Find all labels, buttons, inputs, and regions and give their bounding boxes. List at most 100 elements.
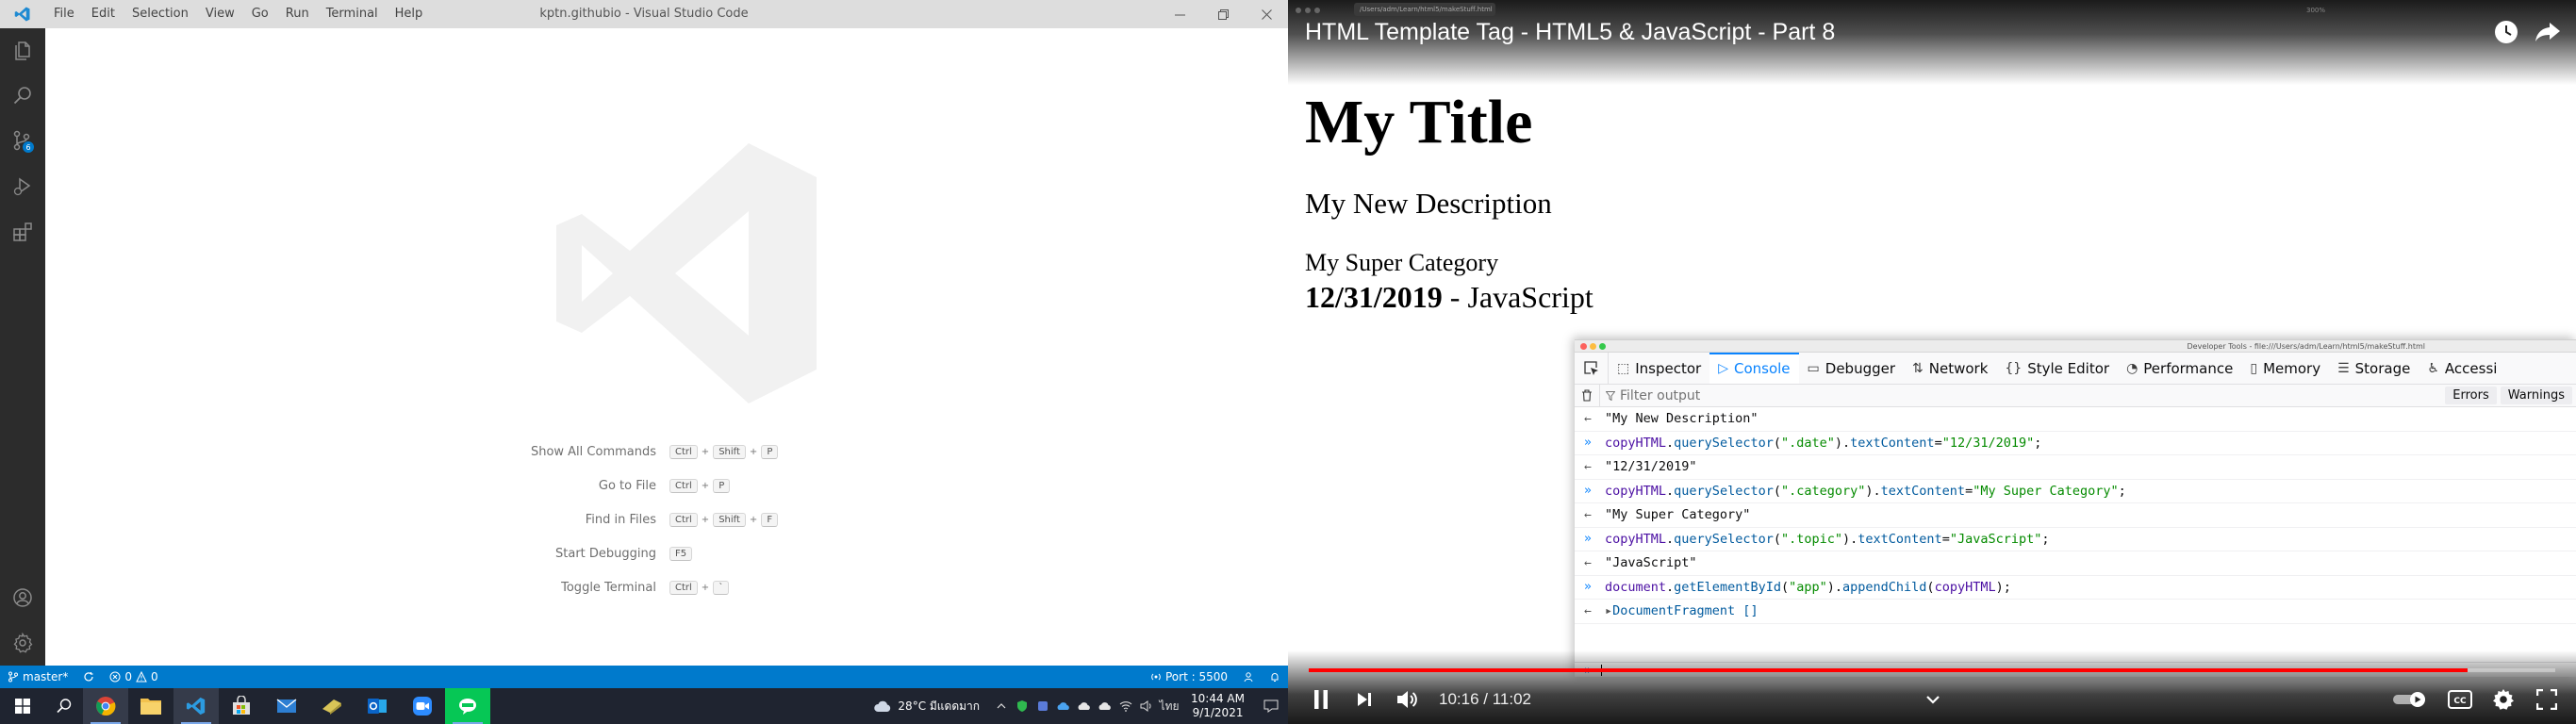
live-server-port[interactable]: Port : 5500 [1143,666,1235,688]
tab-inspector[interactable]: ⬚ Inspector [1609,353,1709,384]
tab-console[interactable]: ▷ Console [1709,353,1799,384]
close-button[interactable] [1245,0,1288,28]
menu-run[interactable]: Run [277,0,318,28]
start-button[interactable] [0,688,45,724]
tray-volume[interactable] [1136,688,1157,724]
tab-performance[interactable]: ◔ Performance [2118,353,2241,384]
taskbar-chrome[interactable] [83,688,128,724]
tray-onedrive-3[interactable] [1095,688,1115,724]
tray-app-2[interactable] [1032,688,1053,724]
gear-icon[interactable] [0,620,45,666]
devtools-minimize-dot[interactable] [1590,343,1596,350]
sync-button[interactable] [75,666,102,688]
filter-output-input[interactable]: Filter output [1599,384,2445,407]
branch-indicator[interactable]: master* [0,666,75,688]
taskbar-file-explorer[interactable] [128,688,173,724]
devtools-close-dot[interactable] [1580,343,1587,350]
shortcut-show-all-commands: Show All Commands Ctrl + Shift + P [234,441,894,462]
tab-storage[interactable]: ☰ Storage [2329,353,2419,384]
tab-accessibility[interactable]: ♿ Accessi [2419,353,2505,384]
fullscreen-icon [2536,689,2557,710]
next-button[interactable] [1343,683,1386,716]
screen: File Edit Selection View Go Run Terminal… [0,0,2576,724]
zoom-icon [413,697,432,716]
code-token: copyHTML [1605,531,1667,547]
taskbar-vscode[interactable] [173,688,219,724]
taskbar-mail[interactable] [264,688,309,724]
return-arrow-icon: ← [1584,555,1592,570]
console-log[interactable]: ← "My New Description"» copyHTML. querySele… [1575,407,2576,662]
windows-taskbar: 28°C มีแดดมาก ไทย 10:44 AM 9/1/2021 [0,688,1288,724]
taskbar-zoom[interactable] [400,688,445,724]
taskbar-clock[interactable]: 10:44 AM 9/1/2021 [1181,692,1254,720]
tray-security[interactable] [1012,688,1032,724]
youtube-video-player[interactable]: My Title My New Description My Super Cat… [1288,0,2576,724]
notes-app-icon [322,699,341,715]
run-debug-icon[interactable] [0,164,45,209]
expand-triangle-icon[interactable]: ▸ [1605,603,1612,618]
code-token: ( [1773,483,1781,499]
restore-button[interactable] [1201,0,1245,28]
autoplay-toggle[interactable] [2382,683,2438,716]
taskbar-store[interactable] [219,688,264,724]
menu-view[interactable]: View [197,0,243,28]
progress-bar[interactable] [1309,668,2555,672]
clear-console-button[interactable] [1575,389,1599,402]
expand-button[interactable] [1920,686,1946,716]
taskbar-outlook[interactable] [355,688,400,724]
menu-go[interactable]: Go [243,0,277,28]
warnings-filter-button[interactable]: Warnings [2500,387,2572,404]
errors-filter-button[interactable]: Errors [2445,387,2497,404]
weather-widget[interactable]: 28°C มีแดดมาก [873,698,991,716]
menu-file[interactable]: File [45,0,83,28]
onedrive-icon [1078,702,1090,710]
video-title[interactable]: HTML Template Tag - HTML5 & JavaScript -… [1305,19,1835,46]
watch-later-button[interactable] [2493,19,2519,45]
action-center-button[interactable] [1254,688,1288,724]
inspector-icon: ⬚ [1617,360,1630,376]
devtools-zoom-dot[interactable] [1599,343,1606,350]
taskbar-app-yellow[interactable] [309,688,355,724]
taskbar-line[interactable] [445,688,490,724]
vscode-logo-icon[interactable] [0,0,45,28]
account-icon[interactable] [0,575,45,620]
menu-terminal[interactable]: Terminal [318,0,387,28]
browser-tab: /Users/adm/Learn/html5/makeStuff.html [1354,3,1495,16]
settings-button[interactable] [2482,683,2525,716]
autoplay-toggle-icon [2393,692,2425,707]
pause-button[interactable] [1299,683,1343,716]
menu-help[interactable]: Help [387,0,432,28]
explorer-icon[interactable] [0,28,45,74]
element-picker-button[interactable] [1575,353,1609,384]
object-preview[interactable]: DocumentFragment [] [1612,603,1758,618]
fullscreen-button[interactable] [2525,683,2568,716]
extensions-icon[interactable] [0,209,45,255]
log-value: "12/31/2019" [1605,459,1697,475]
tray-onedrive-1[interactable] [1053,688,1074,724]
problems-indicator[interactable]: 0 0 [102,666,165,688]
share-button[interactable] [2535,19,2561,45]
notifications-button[interactable] [1262,666,1288,688]
volume-button[interactable] [1386,683,1429,716]
tab-network[interactable]: ⇅ Network [1904,353,1996,384]
captions-button[interactable]: CC [2438,683,2482,716]
menu-edit[interactable]: Edit [83,0,124,28]
show-hidden-icons-button[interactable] [991,688,1012,724]
source-control-icon[interactable]: 6 [0,119,45,164]
tab-debugger[interactable]: ▭ Debugger [1799,353,1904,384]
console-toolbar: Filter output Errors Warnings [1575,384,2576,407]
tray-onedrive-2[interactable] [1074,688,1095,724]
search-icon[interactable] [0,74,45,119]
live-share-button[interactable] [1235,666,1262,688]
shortcut-find-in-files: Find in Files Ctrl + Shift + F [234,509,894,530]
taskbar-search-button[interactable] [45,688,83,724]
outlook-icon [368,699,387,714]
minimize-button[interactable] [1158,0,1201,28]
tray-network[interactable] [1115,688,1136,724]
input-chevron-icon: » [1584,580,1592,595]
tab-memory[interactable]: ▯ Memory [2241,353,2329,384]
input-language[interactable]: ไทย [1157,688,1181,724]
menu-selection[interactable]: Selection [124,0,197,28]
editor-area[interactable]: Show All Commands Ctrl + Shift + P Go to… [45,28,1288,666]
tab-style-editor[interactable]: {} Style Editor [1996,353,2118,384]
